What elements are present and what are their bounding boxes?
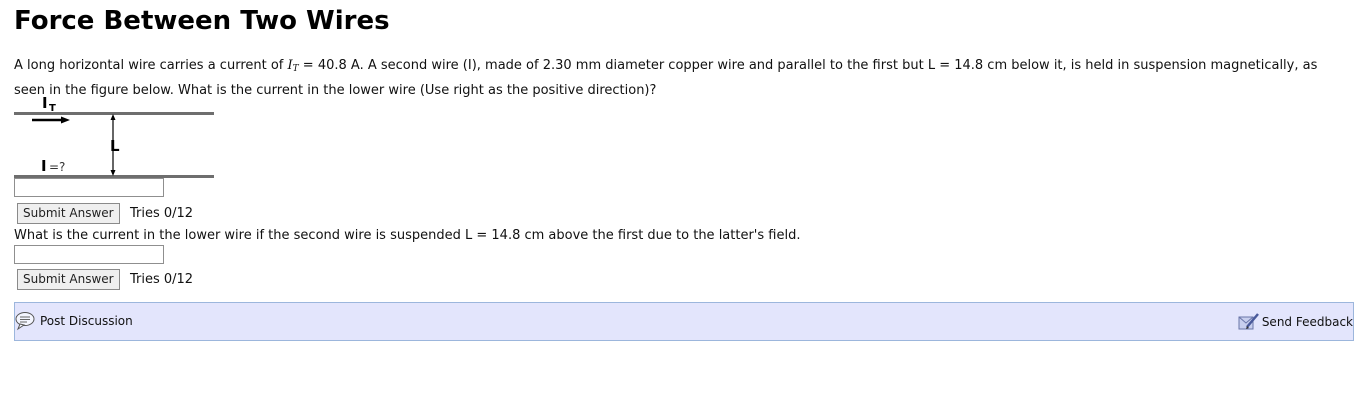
page: Force Between Two Wires A long horizonta…: [0, 0, 1356, 418]
post-discussion-label: Post Discussion: [40, 314, 133, 328]
tries-counter-2: Tries 0/12: [130, 272, 194, 287]
top-current-label: I: [42, 94, 48, 112]
discussion-bar: Post Discussion Send Feedback: [14, 302, 1354, 341]
submit-answer-button-1[interactable]: Submit Answer: [17, 203, 120, 224]
wires-figure: I T L I =?: [14, 94, 214, 178]
top-current-sub: T: [49, 103, 56, 114]
problem-intro: A long horizontal wire carries a current…: [14, 58, 288, 73]
submit-answer-button-2[interactable]: Submit Answer: [17, 269, 120, 290]
lower-current-suffix: =?: [49, 160, 65, 174]
distance-label: L: [110, 137, 120, 155]
post-discussion-link[interactable]: Post Discussion: [15, 311, 133, 331]
question-2-text: What is the current in the lower wire if…: [14, 228, 801, 243]
send-feedback-label: Send Feedback: [1261, 315, 1353, 329]
send-feedback-link[interactable]: Send Feedback: [1237, 311, 1353, 333]
page-title: Force Between Two Wires: [14, 6, 390, 36]
upper-wire: [14, 112, 214, 115]
answer-input-1[interactable]: [14, 178, 164, 197]
current-arrow-icon: [32, 116, 70, 124]
speech-bubble-icon: [15, 311, 37, 331]
tries-counter-1: Tries 0/12: [130, 206, 194, 221]
lower-current-label: I: [41, 157, 47, 175]
feedback-pen-icon: [1237, 311, 1261, 333]
answer-input-2[interactable]: [14, 245, 164, 264]
current-symbol: IT: [287, 58, 299, 74]
